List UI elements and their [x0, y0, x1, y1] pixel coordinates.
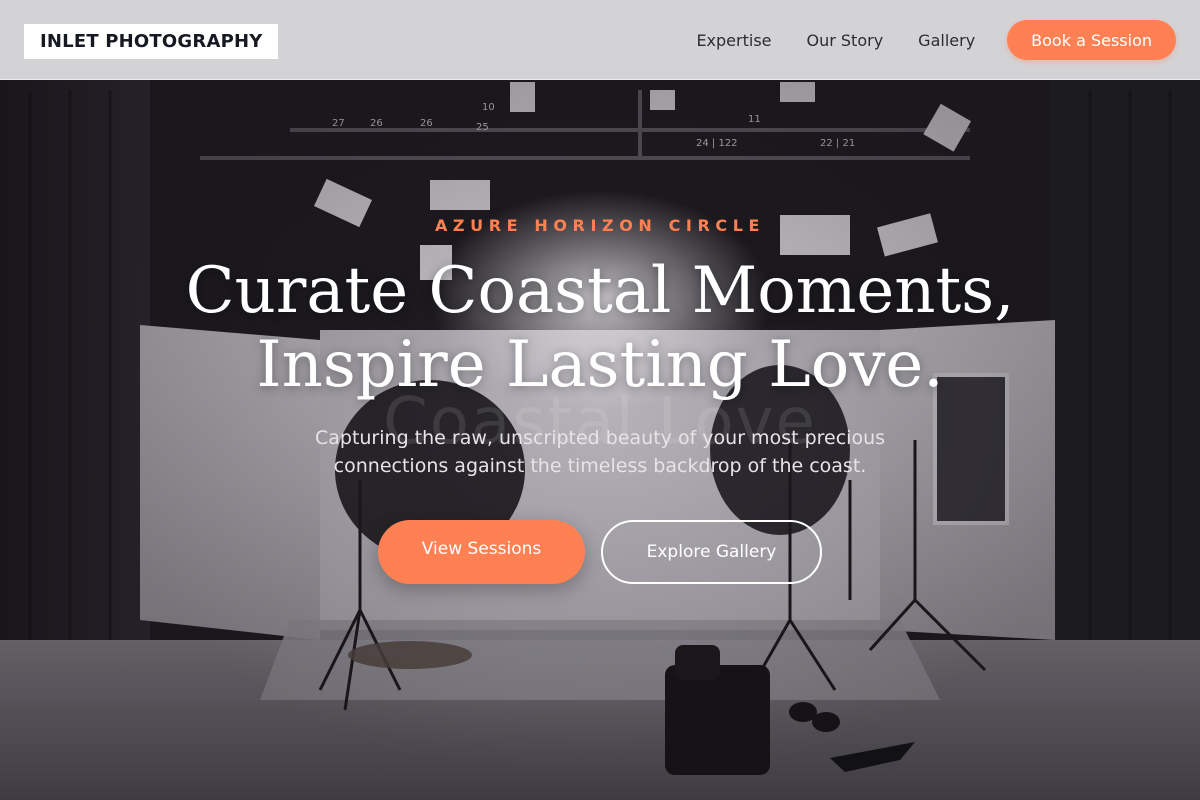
book-session-button[interactable]: Book a Session	[1007, 20, 1176, 60]
hero-headline-line-1: Curate Coastal Moments,	[185, 254, 1015, 328]
site-header: INLET PHOTOGRAPHY Expertise Our Story Ga…	[0, 0, 1200, 80]
hero-headline: Curate Coastal Moments, Inspire Lasting …	[100, 254, 1100, 402]
main-nav: Expertise Our Story Gallery Book a Sessi…	[696, 0, 1176, 80]
hero-headline-line-2: Inspire Lasting Love.	[256, 328, 944, 402]
explore-gallery-button[interactable]: Explore Gallery	[601, 520, 822, 584]
hero-eyebrow: AZURE HORIZON CIRCLE	[434, 216, 766, 235]
view-sessions-button[interactable]: View Sessions	[378, 520, 585, 584]
hero-section: Coastal Love AZURE HORIZON CIRCLE Curate…	[0, 0, 1200, 800]
nav-link-expertise[interactable]: Expertise	[696, 31, 771, 50]
hero-subtitle: Capturing the raw, unscripted beauty of …	[314, 427, 886, 477]
explore-gallery-label: Explore Gallery	[646, 542, 777, 562]
nav-link-our-story[interactable]: Our Story	[807, 31, 884, 50]
view-sessions-label: View Sessions	[421, 539, 542, 559]
site-logo[interactable]: INLET PHOTOGRAPHY	[24, 24, 279, 59]
landing-page: 27 26 26 25 10 11 24 | 122 22 | 21 Coast…	[0, 0, 1200, 800]
nav-link-gallery[interactable]: Gallery	[918, 31, 975, 50]
